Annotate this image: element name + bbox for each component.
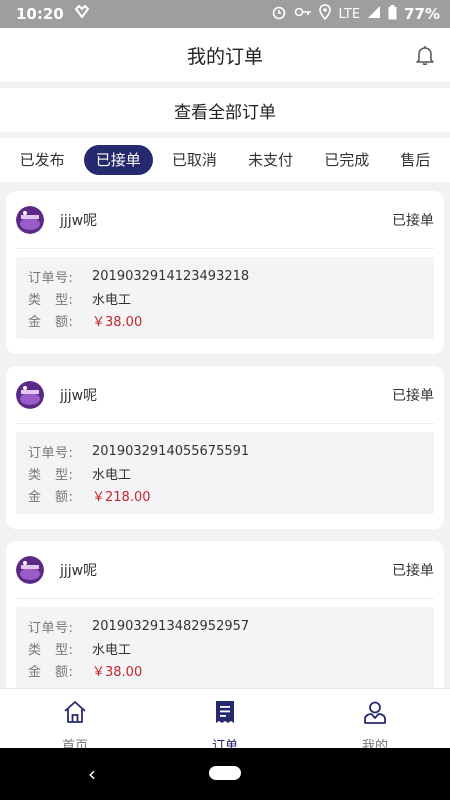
receipt-icon xyxy=(212,699,238,729)
order-type: 水电工 xyxy=(92,292,132,308)
nav-home[interactable]: 首页 xyxy=(0,689,150,754)
avatar xyxy=(16,205,44,234)
alarm-icon xyxy=(271,4,287,24)
order-number-label: 订单号: xyxy=(28,270,74,286)
order-status: 已接单 xyxy=(392,387,434,404)
order-type-label: 类 型: xyxy=(28,292,74,308)
home-pill-button[interactable] xyxy=(209,766,241,780)
order-type-label: 类 型: xyxy=(28,467,74,483)
order-status-tabs: 已发布 已接单 已取消 未支付 已完成 售后 xyxy=(0,138,450,182)
view-all-orders-button[interactable]: 查看全部订单 xyxy=(0,88,450,132)
signal-icon xyxy=(367,5,381,23)
order-card-header: jjjw呢 已接单 xyxy=(16,191,434,249)
order-card-header: jjjw呢 已接单 xyxy=(16,541,434,599)
order-amount-label: 金 额: xyxy=(28,314,74,330)
status-icons: LTE 77% xyxy=(271,4,440,24)
order-status: 已接单 xyxy=(392,562,434,579)
order-detail: 订单号: 2019032914123493218 类 型: 水电工 金 额: ￥38.… xyxy=(16,257,434,339)
order-amount-row: 金 额: ￥38.00 xyxy=(28,659,422,681)
battery-percent: 77% xyxy=(404,5,440,23)
order-username: jjjw呢 xyxy=(60,387,98,404)
page-header: 我的订单 xyxy=(0,28,450,82)
order-type: 水电工 xyxy=(92,642,132,658)
avatar xyxy=(16,555,44,584)
order-number: 2019032913482952957 xyxy=(92,618,250,634)
order-username: jjjw呢 xyxy=(60,212,98,229)
order-type-row: 类 型: 水电工 xyxy=(28,462,422,484)
order-card[interactable]: jjjw呢 已接单 订单号: 2019032914055675591 类 型: 水电… xyxy=(6,366,444,529)
location-icon xyxy=(319,4,332,24)
order-card-header: jjjw呢 已接单 xyxy=(16,366,434,424)
avatar xyxy=(16,380,44,409)
bell-icon[interactable] xyxy=(414,44,436,66)
order-card[interactable]: jjjw呢 已接单 订单号: 2019032914123493218 类 型: 水电… xyxy=(6,191,444,354)
order-number-row: 订单号: 2019032914123493218 xyxy=(28,265,422,287)
tab-cancelled[interactable]: 已取消 xyxy=(160,145,229,175)
nav-orders[interactable]: 订单 xyxy=(150,689,300,754)
order-status: 已接单 xyxy=(392,212,434,229)
order-number: 2019032914123493218 xyxy=(92,268,250,284)
system-nav-bar: ‹ xyxy=(0,748,450,800)
back-icon[interactable]: ‹ xyxy=(88,762,96,786)
order-amount-row: 金 额: ￥38.00 xyxy=(28,309,422,331)
bottom-tab-bar: 首页 订单 我的 xyxy=(0,688,450,754)
app-notification-icon xyxy=(74,4,90,23)
nav-profile[interactable]: 我的 xyxy=(300,689,450,754)
tab-published[interactable]: 已发布 xyxy=(8,145,77,175)
order-amount: ￥38.00 xyxy=(92,664,143,680)
page-title: 我的订单 xyxy=(186,45,263,68)
order-amount-row: 金 额: ￥218.00 xyxy=(28,484,422,506)
order-number-label: 订单号: xyxy=(28,620,74,636)
order-number-row: 订单号: 2019032913482952957 xyxy=(28,615,422,637)
tab-accepted[interactable]: 已接单 xyxy=(83,145,153,175)
order-amount: ￥218.00 xyxy=(92,489,151,505)
order-number-row: 订单号: 2019032914055675591 xyxy=(28,440,422,462)
order-list[interactable]: jjjw呢 已接单 订单号: 2019032914123493218 类 型: 水电… xyxy=(0,182,450,688)
order-number: 2019032914055675591 xyxy=(92,443,250,459)
order-username: jjjw呢 xyxy=(60,562,98,579)
order-detail: 订单号: 2019032913482952957 类 型: 水电工 金 额: ￥38.… xyxy=(16,607,434,688)
order-type-label: 类 型: xyxy=(28,642,74,658)
order-amount-label: 金 额: xyxy=(28,489,74,505)
order-type: 水电工 xyxy=(92,467,132,483)
order-amount-label: 金 额: xyxy=(28,664,74,680)
battery-icon xyxy=(388,4,397,24)
order-number-label: 订单号: xyxy=(28,445,74,461)
tab-unpaid[interactable]: 未支付 xyxy=(236,145,305,175)
tab-after-sales[interactable]: 售后 xyxy=(388,145,442,175)
user-icon xyxy=(362,699,388,729)
order-type-row: 类 型: 水电工 xyxy=(28,287,422,309)
network-type: LTE xyxy=(338,6,361,22)
order-detail: 订单号: 2019032914055675591 类 型: 水电工 金 额: ￥218… xyxy=(16,432,434,514)
status-bar: 10:20 LTE 77% xyxy=(0,0,450,28)
order-card[interactable]: jjjw呢 已接单 订单号: 2019032913482952957 类 型: 水电… xyxy=(6,541,444,688)
home-icon xyxy=(62,699,88,729)
tab-completed[interactable]: 已完成 xyxy=(312,145,381,175)
status-time: 10:20 xyxy=(16,5,64,23)
order-type-row: 类 型: 水电工 xyxy=(28,637,422,659)
order-amount: ￥38.00 xyxy=(92,314,143,330)
key-icon xyxy=(294,6,312,22)
